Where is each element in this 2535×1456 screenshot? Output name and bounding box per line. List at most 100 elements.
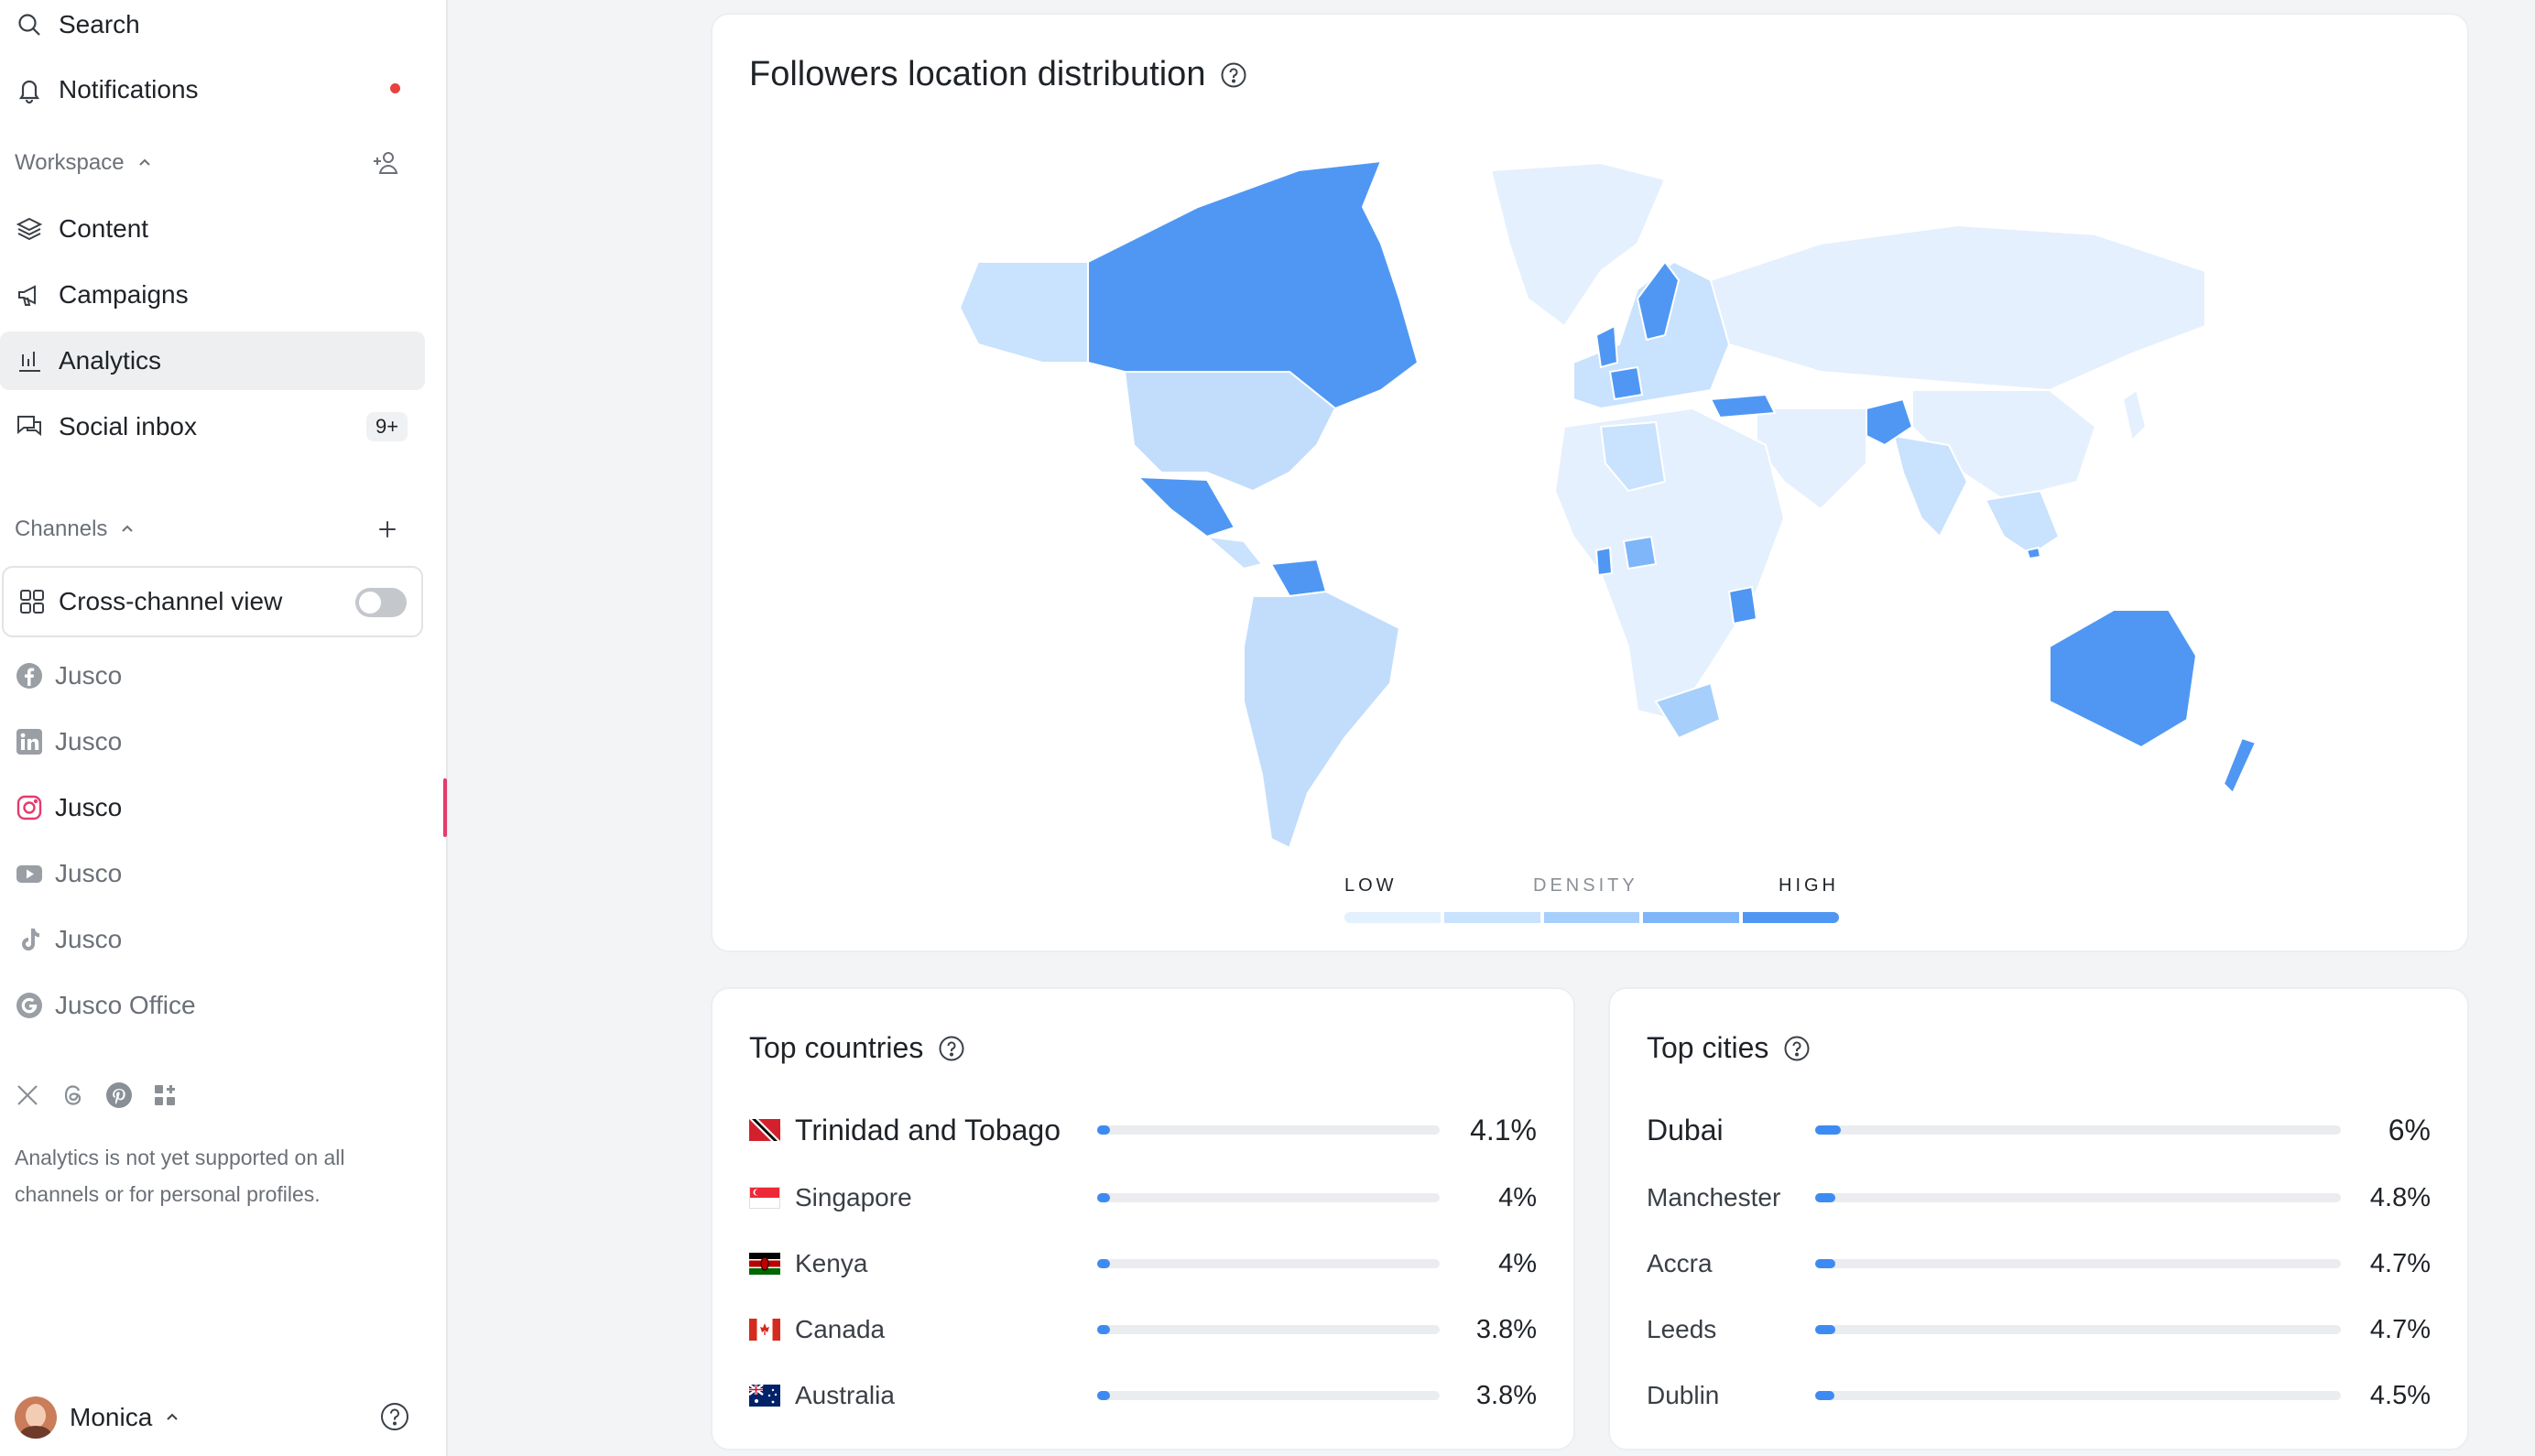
- search-button[interactable]: Search: [0, 0, 425, 54]
- x-icon: [13, 1081, 42, 1110]
- city-name: Dubai: [1647, 1113, 1724, 1146]
- city-name: Leeds: [1647, 1315, 1717, 1343]
- add-member-icon[interactable]: [371, 147, 404, 179]
- channel-instagram-jusco[interactable]: Jusco: [0, 778, 440, 837]
- progress-track: [1097, 1259, 1440, 1268]
- channel-tiktok-jusco[interactable]: Jusco: [0, 910, 440, 969]
- grid-icon: [18, 588, 46, 615]
- country-value: 4%: [1498, 1182, 1537, 1212]
- legend-density: DENSITY: [1533, 875, 1638, 896]
- city-name: Dublin: [1647, 1381, 1720, 1409]
- channels-label: Channels: [15, 516, 108, 541]
- region-mexico: [1136, 475, 1236, 538]
- progress-fill: [1097, 1259, 1110, 1268]
- chevron-up-icon: [118, 520, 136, 538]
- region-turkey: [1709, 393, 1777, 419]
- user-menu[interactable]: Monica: [15, 1396, 181, 1440]
- help-icon[interactable]: [379, 1401, 410, 1432]
- progress-fill: [1815, 1193, 1836, 1202]
- progress-fill: [1815, 1325, 1835, 1334]
- card-title: Followers location distribution: [749, 55, 1247, 94]
- region-alaska: [958, 261, 1089, 364]
- region-southeast-asia: [1984, 489, 2061, 557]
- notifications-label: Notifications: [59, 75, 199, 103]
- city-value: 4.8%: [2369, 1182, 2431, 1212]
- info-icon[interactable]: [938, 1035, 965, 1062]
- bar-chart-icon: [15, 346, 44, 375]
- chat-bubbles-icon: [15, 412, 44, 441]
- city-value: 4.5%: [2369, 1380, 2431, 1410]
- channel-name: Jusco: [55, 793, 123, 821]
- legend-segment: [1643, 912, 1740, 923]
- progress-fill: [1815, 1391, 1834, 1400]
- progress-fill: [1097, 1193, 1110, 1202]
- country-name: Australia: [795, 1381, 895, 1409]
- notification-dot: [390, 83, 400, 93]
- region-russia: [1709, 223, 2206, 392]
- channel-google-jusco-office[interactable]: Jusco Office: [0, 976, 440, 1035]
- inbox-count-badge: 9+: [366, 412, 408, 441]
- selected-channel-indicator: [443, 778, 447, 837]
- table-row: Manchester 4.8%: [1647, 1172, 2431, 1223]
- bell-icon: [15, 75, 44, 104]
- country-name: Canada: [795, 1315, 886, 1343]
- sidebar-item-analytics[interactable]: Analytics: [0, 331, 425, 390]
- youtube-icon: [15, 859, 44, 888]
- channel-name: Jusco: [55, 925, 123, 953]
- top-cities-card: Top cities Dubai 6% Manchester 4.8% Accr…: [1608, 987, 2469, 1451]
- progress-track: [1815, 1391, 2341, 1400]
- user-name: Monica: [70, 1403, 153, 1431]
- table-row: Dublin 4.5%: [1647, 1370, 2431, 1421]
- region-usa: [1123, 371, 1337, 493]
- followers-location-card: Followers location distribution LOW DENS…: [711, 13, 2469, 952]
- canada-flag-icon: [749, 1319, 780, 1341]
- channel-facebook-jusco[interactable]: Jusco: [0, 647, 440, 705]
- workspace-header[interactable]: Workspace: [15, 145, 154, 181]
- sidebar-item-label: Social inbox: [59, 412, 197, 440]
- pinterest-icon: [104, 1081, 134, 1110]
- sidebar-item-label: Content: [59, 214, 149, 243]
- channels-header[interactable]: Channels: [15, 511, 136, 548]
- city-name: Accra: [1647, 1249, 1713, 1277]
- region-australia: [2049, 609, 2198, 749]
- toggle-switch[interactable]: [355, 588, 407, 617]
- avatar: [15, 1396, 57, 1439]
- table-row: Canada 3.8%: [749, 1304, 1537, 1355]
- city-name: Manchester: [1647, 1183, 1781, 1212]
- info-icon[interactable]: [1783, 1035, 1811, 1062]
- australia-flag-icon: [749, 1385, 780, 1407]
- cross-channel-label: Cross-channel view: [59, 587, 283, 615]
- region-new-zealand: [2222, 736, 2258, 795]
- legend-gradient: [1344, 912, 1839, 923]
- notifications-button[interactable]: Notifications: [0, 60, 425, 119]
- legend-segment: [1543, 912, 1640, 923]
- layers-icon: [15, 214, 44, 244]
- info-icon[interactable]: [1220, 61, 1247, 89]
- google-icon: [15, 991, 44, 1020]
- country-value: 3.8%: [1475, 1314, 1537, 1344]
- trinidad-and-tobago-flag-icon: [749, 1119, 780, 1141]
- country-name: Singapore: [795, 1183, 912, 1212]
- singapore-flag-icon: [749, 1187, 780, 1209]
- sidebar-item-social-inbox[interactable]: Social inbox: [0, 397, 425, 456]
- cross-channel-view-toggle[interactable]: Cross-channel view: [2, 566, 423, 637]
- country-value: 4%: [1498, 1248, 1537, 1278]
- channel-linkedin-jusco[interactable]: Jusco: [0, 712, 440, 771]
- city-value: 4.7%: [2369, 1248, 2431, 1278]
- region-ghana: [1594, 546, 1614, 577]
- unsupported-channels: [13, 1081, 180, 1110]
- card-title: Top countries: [749, 1031, 965, 1065]
- region-africa: [1553, 407, 1786, 722]
- table-row: Australia 3.8%: [749, 1370, 1537, 1421]
- channel-youtube-jusco[interactable]: Jusco: [0, 844, 440, 903]
- sidebar-item-content[interactable]: Content: [0, 200, 425, 258]
- facebook-icon: [15, 661, 44, 690]
- region-south-america: [1243, 590, 1401, 850]
- add-channel-icon[interactable]: [371, 513, 404, 546]
- sidebar-item-campaigns[interactable]: Campaigns: [0, 266, 425, 324]
- legend-high: HIGH: [1779, 875, 1839, 896]
- progress-track: [1815, 1125, 2341, 1135]
- progress-fill: [1815, 1259, 1835, 1268]
- legend-segment: [1743, 912, 1839, 923]
- card-title-text: Followers location distribution: [749, 55, 1206, 93]
